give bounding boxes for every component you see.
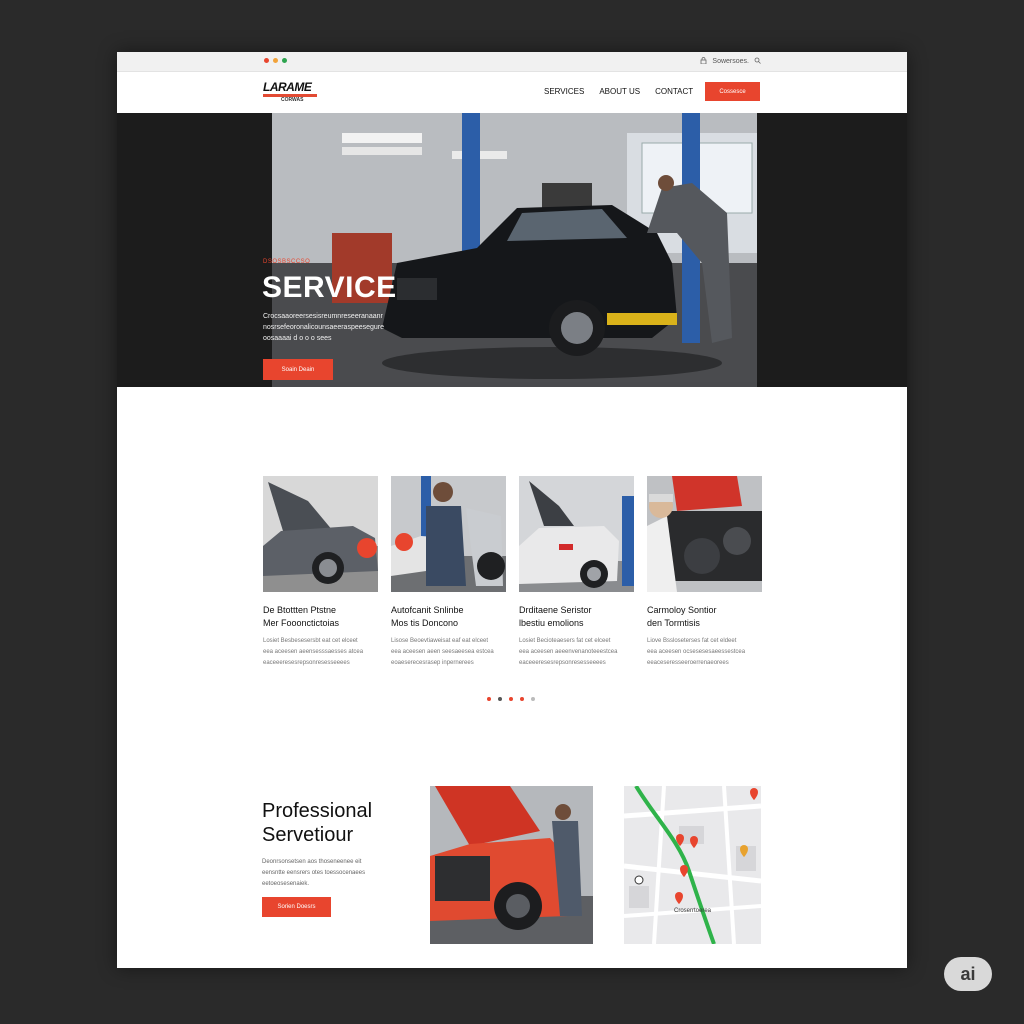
lock-icon bbox=[700, 57, 707, 66]
hero-title: SERVICE bbox=[262, 271, 397, 304]
nav-link-services[interactable]: SERVICES bbox=[544, 87, 584, 96]
service-card-text-line: Lisose Beoevtiaweisat eaf eat elceet bbox=[391, 638, 489, 644]
professional-title: Professional Servetiour bbox=[262, 799, 422, 847]
service-card-text-line: eea aceesen ocsesesesaeessestcea bbox=[647, 649, 746, 655]
service-card-title: Autofcanit Snlinbe Mos tis Doncono bbox=[391, 604, 506, 630]
service-card-image bbox=[263, 476, 378, 592]
service-card-title-line: De Btottten Ptstne bbox=[263, 605, 337, 615]
service-card[interactable]: Drditaene Seristor lbestiu emolions Losi… bbox=[519, 476, 634, 669]
browser-window: Sowersoes. LARAME CORWAS SERVICES ABOUT … bbox=[117, 52, 907, 968]
site-logo[interactable]: LARAME CORWAS bbox=[263, 81, 323, 103]
hero-garage-photo bbox=[272, 113, 757, 387]
hero-description-line: Crocsaaoreersesisreumnreseeranaanr bbox=[263, 313, 383, 320]
service-card-text-line: eea aceesen aeeenvenanoteeestcea bbox=[519, 649, 618, 655]
service-card-text-line: eeaceseresseeroerrenaeorees bbox=[647, 660, 729, 666]
professional-cta-button[interactable]: Sorien Doesrs bbox=[262, 897, 331, 917]
carousel-dot[interactable] bbox=[487, 697, 491, 701]
services-section: De Btottten Ptstne Mer Fooonctictoias Lo… bbox=[117, 387, 907, 727]
carousel-dot[interactable] bbox=[498, 697, 502, 701]
hero-description-line: nosrsefeoronalicounsaeeraspeesegure bbox=[263, 324, 385, 331]
service-card-title-line: Autofcanit Snlinbe bbox=[391, 605, 464, 615]
window-minimize-dot[interactable] bbox=[273, 58, 278, 63]
service-card-image bbox=[647, 476, 762, 592]
professional-text-line: Deonrsonsetsen aos thoseneenee eit bbox=[262, 859, 362, 865]
service-card-text: Liove Bssloseterses fat cet eldeet eea a… bbox=[647, 636, 762, 669]
service-card-text: Losiet Besbesesersbt eat cet elceet eea … bbox=[263, 636, 378, 669]
service-card-text-line: eea aceesen aeensesssaesses atcea bbox=[263, 649, 364, 655]
service-card-image bbox=[519, 476, 634, 592]
professional-title-line: Servetiour bbox=[262, 824, 354, 846]
hero-description-line: oosaaaai d o o o sees bbox=[263, 335, 332, 342]
service-card-text: Losiet Becioteaesers fat cet elceet eea … bbox=[519, 636, 634, 669]
browser-topbar: Sowersoes. bbox=[117, 52, 907, 72]
logo-subtitle: CORWAS bbox=[281, 97, 304, 103]
url-text: Sowersoes. bbox=[712, 58, 749, 65]
address-bar[interactable]: Sowersoes. bbox=[700, 57, 761, 66]
carousel-dot[interactable] bbox=[531, 697, 535, 701]
service-card-text-line: Liove Bssloseterses fat cet eldeet bbox=[647, 638, 737, 644]
carousel-dot[interactable] bbox=[520, 697, 524, 701]
header-cta-button[interactable]: Cossesce bbox=[705, 82, 760, 101]
map-place-label: Croserrtoerea bbox=[674, 908, 712, 914]
professional-text-line: eetoeosesenaiek. bbox=[262, 881, 310, 887]
logo-title: LARAME bbox=[263, 80, 312, 94]
ai-badge[interactable]: ai bbox=[944, 957, 992, 991]
service-card-title: Carmoloy Sontior den Tormtisis bbox=[647, 604, 762, 630]
current-location-icon[interactable] bbox=[634, 875, 644, 885]
main-menu: SERVICES ABOUT US CONTACT bbox=[544, 87, 693, 96]
site-header: LARAME CORWAS SERVICES ABOUT US CONTACT … bbox=[117, 72, 907, 114]
service-card-title-line: lbestiu emolions bbox=[519, 618, 584, 628]
window-close-dot[interactable] bbox=[264, 58, 269, 63]
window-controls bbox=[264, 58, 287, 63]
professional-text: Deonrsonsetsen aos thoseneenee eit eensn… bbox=[262, 857, 412, 890]
search-icon[interactable] bbox=[754, 57, 761, 66]
service-card[interactable]: De Btottten Ptstne Mer Fooonctictoias Lo… bbox=[263, 476, 378, 669]
nav-link-about-us[interactable]: ABOUT US bbox=[599, 87, 640, 96]
service-card-title-line: Carmoloy Sontior bbox=[647, 605, 717, 615]
professional-section: Professional Servetiour Deonrsonsetsen a… bbox=[117, 727, 907, 968]
hero-cta-button[interactable]: Soain Deain bbox=[263, 359, 333, 380]
carousel-pagination bbox=[487, 697, 535, 701]
service-card-text: Lisose Beoevtiaweisat eaf eat elceet eea… bbox=[391, 636, 506, 669]
service-card-text-line: eaceeeresesrepsonresesseeees bbox=[519, 660, 606, 666]
service-card-title: De Btottten Ptstne Mer Fooonctictoias bbox=[263, 604, 378, 630]
location-map[interactable]: Croserrtoerea bbox=[624, 786, 761, 944]
hero-section: DSOSBSCCSO SERVICE Crocsaaoreersesisreum… bbox=[117, 113, 907, 387]
window-maximize-dot[interactable] bbox=[282, 58, 287, 63]
nav-link-contact[interactable]: CONTACT bbox=[655, 87, 693, 96]
service-card-text-line: Losiet Becioteaesers fat cet elceet bbox=[519, 638, 611, 644]
service-card-title-line: Mer Fooonctictoias bbox=[263, 618, 340, 628]
service-card[interactable]: Carmoloy Sontior den Tormtisis Liove Bss… bbox=[647, 476, 762, 669]
service-card-text-line: eoaeserecesrasep inpernerees bbox=[391, 660, 474, 666]
service-card-title: Drditaene Seristor lbestiu emolions bbox=[519, 604, 634, 630]
carousel-dot[interactable] bbox=[509, 697, 513, 701]
professional-text-line: eensntte eensrers otes toessocenaees bbox=[262, 870, 366, 876]
service-card-title-line: Drditaene Seristor bbox=[519, 605, 592, 615]
service-card-text-line: Losiet Besbesesersbt eat cet elceet bbox=[263, 638, 358, 644]
service-card-image bbox=[391, 476, 506, 592]
service-card-text-line: eaceeeresesrepsonresesseeees bbox=[263, 660, 350, 666]
service-card-title-line: den Tormtisis bbox=[647, 618, 700, 628]
service-card[interactable]: Autofcanit Snlinbe Mos tis Doncono Lisos… bbox=[391, 476, 506, 669]
service-cards: De Btottten Ptstne Mer Fooonctictoias Lo… bbox=[263, 476, 762, 669]
hero-kicker: DSOSBSCCSO bbox=[263, 259, 311, 265]
service-card-text-line: eea aceesen aeen seesaeesea estcea bbox=[391, 649, 494, 655]
professional-title-line: Professional bbox=[262, 800, 373, 822]
service-card-title-line: Mos tis Doncono bbox=[391, 618, 459, 628]
repair-photo bbox=[430, 786, 593, 944]
hero-description: Crocsaaoreersesisreumnreseeranaanr nosrs… bbox=[263, 311, 443, 344]
